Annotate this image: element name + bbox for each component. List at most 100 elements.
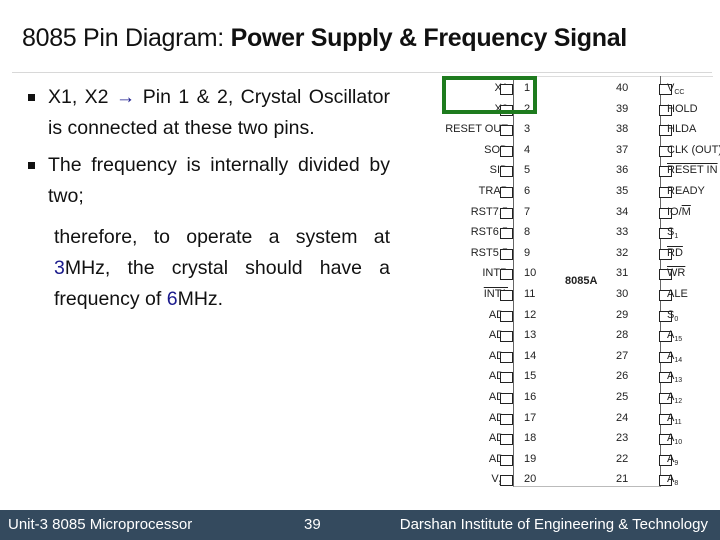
pin-box-icon	[500, 351, 513, 363]
pin-name: A8	[667, 473, 679, 488]
slide-title: 8085 Pin Diagram: Power Supply & Frequen…	[22, 24, 627, 53]
pin-row-left: AD618	[420, 432, 590, 450]
pin-name: IO/M	[667, 205, 691, 218]
pin-box-icon	[500, 166, 513, 178]
title-bold: Power Supply & Frequency Signal	[230, 24, 628, 52]
pin-number: 5	[524, 164, 531, 177]
pin-number: 36	[616, 164, 629, 177]
note-part3: MHz.	[177, 288, 224, 310]
pin-number: 17	[524, 411, 537, 424]
bullet1-pre: X1, X2	[48, 86, 116, 108]
pin-number: 27	[616, 349, 629, 362]
pin-row-right: 38 HLDA	[610, 123, 720, 141]
pin-number: 32	[616, 246, 629, 259]
pin-number: 38	[616, 123, 629, 136]
pin-name: A10	[667, 432, 683, 447]
bullet-text: X1, X2 → Pin 1 & 2, Crystal Oscillator i…	[48, 82, 390, 144]
pin-box-icon	[500, 125, 513, 137]
pin-box-icon	[500, 248, 513, 260]
pin-row-right: 39 HOLD	[610, 103, 720, 121]
pin-row-right: 27 A14	[610, 350, 720, 368]
note-part1: therefore, to operate a system at	[54, 226, 390, 248]
pin-row-left: AD214	[420, 350, 590, 368]
pin-number: 11	[524, 288, 536, 300]
pin-number: 9	[524, 246, 531, 259]
pin-row-right: 32 RD	[610, 247, 720, 265]
pin-number: 15	[524, 370, 537, 383]
pin-number: 19	[524, 452, 537, 465]
pin-row-left: SOD 4	[420, 144, 590, 162]
title-divider	[12, 72, 712, 73]
crystal-pins-highlight	[442, 76, 537, 114]
pin-number: 7	[524, 205, 531, 218]
pin-name: HLDA	[667, 123, 697, 136]
pin-row-left: INTR 10	[420, 267, 590, 285]
pin-box-icon	[500, 269, 513, 281]
pin-row-left: AD012	[420, 309, 590, 327]
pin-number: 8	[524, 226, 531, 239]
pin-row-right: 22 A9	[610, 453, 720, 471]
pin-row-left: VSS20	[420, 473, 590, 491]
pin-row-right: 40 VCC	[610, 82, 720, 100]
footer-unit: Unit-3 8085 Microprocessor	[8, 516, 193, 533]
pin-number: 13	[524, 329, 537, 342]
pin-box-icon	[500, 290, 513, 301]
pin-row-left: RST5.5 9	[420, 247, 590, 265]
pin-box-icon	[500, 454, 513, 466]
pin-box-icon	[500, 413, 513, 425]
frequency-note: therefore, to operate a system at 3MHz, …	[28, 222, 390, 315]
pin-row-right: 34 IO/M	[610, 206, 720, 224]
pin-box-icon	[500, 475, 513, 487]
pin-row-right: 30 ALE	[610, 288, 720, 306]
pin-row-left: RESET OUT 3	[420, 123, 590, 141]
pin-number: 34	[616, 205, 629, 218]
pin-row-right: 23 A10	[610, 432, 720, 450]
pin-box-icon	[500, 434, 513, 446]
pin-number: 28	[616, 329, 629, 342]
pin-number: 10	[524, 267, 537, 280]
pin-number: 6	[524, 185, 531, 197]
pin-name: A11	[667, 411, 682, 426]
pin-number: 29	[616, 308, 629, 321]
pin-name: READY	[667, 185, 705, 197]
footer-bar: Unit-3 8085 Microprocessor 39 Darshan In…	[0, 510, 720, 540]
pin-name: RD	[667, 246, 683, 259]
pin-name: A12	[667, 391, 683, 406]
bullet-frequency-divided: The frequency is internally divided by t…	[28, 150, 390, 212]
bullet-square-icon	[28, 162, 35, 169]
right-arrow-icon: →	[115, 86, 136, 108]
pin-name: RESET IN	[667, 164, 718, 177]
pin-name: CLK (OUT)	[667, 143, 720, 156]
pin-row-right: 25 A12	[610, 391, 720, 409]
pin-row-left: AD517	[420, 412, 590, 430]
pin-number: 12	[524, 308, 537, 321]
pin-row-left: RST6.5 8	[420, 226, 590, 244]
pin-row-left: AD315	[420, 370, 590, 388]
pin-name: S1	[667, 226, 679, 241]
crystal-frequency-value: 6	[166, 288, 178, 310]
pin-row-right: 31 WR	[610, 267, 720, 285]
pin-row-left: INTA 11	[420, 288, 590, 306]
pin-name: S0	[667, 308, 679, 323]
pin-number: 35	[616, 185, 629, 197]
pin-number: 14	[524, 349, 537, 362]
pin-row-right: 21 A8	[610, 473, 720, 491]
bullet-text: The frequency is internally divided by t…	[48, 154, 390, 207]
pin-number: 26	[616, 370, 629, 383]
pin-number: 39	[616, 102, 629, 115]
pin-number: 33	[616, 226, 629, 239]
pin-number: 22	[616, 452, 629, 465]
pin-row-right: 29 S0	[610, 309, 720, 327]
pin-row-left: AD416	[420, 391, 590, 409]
pin-number: 25	[616, 391, 629, 403]
system-frequency-value: 3	[54, 257, 65, 279]
bullet-crystal-pins: X1, X2 → Pin 1 & 2, Crystal Oscillator i…	[28, 82, 390, 144]
pin-number: 3	[524, 123, 531, 136]
page-number: 39	[304, 516, 321, 533]
pin-name: RESET OUT	[445, 123, 508, 136]
bullet-square-icon	[28, 94, 35, 101]
pin-row-left: AD113	[420, 329, 590, 347]
pin-name: HOLD	[667, 102, 698, 115]
pin-number: 4	[524, 143, 531, 156]
pin-number: 16	[524, 391, 537, 403]
